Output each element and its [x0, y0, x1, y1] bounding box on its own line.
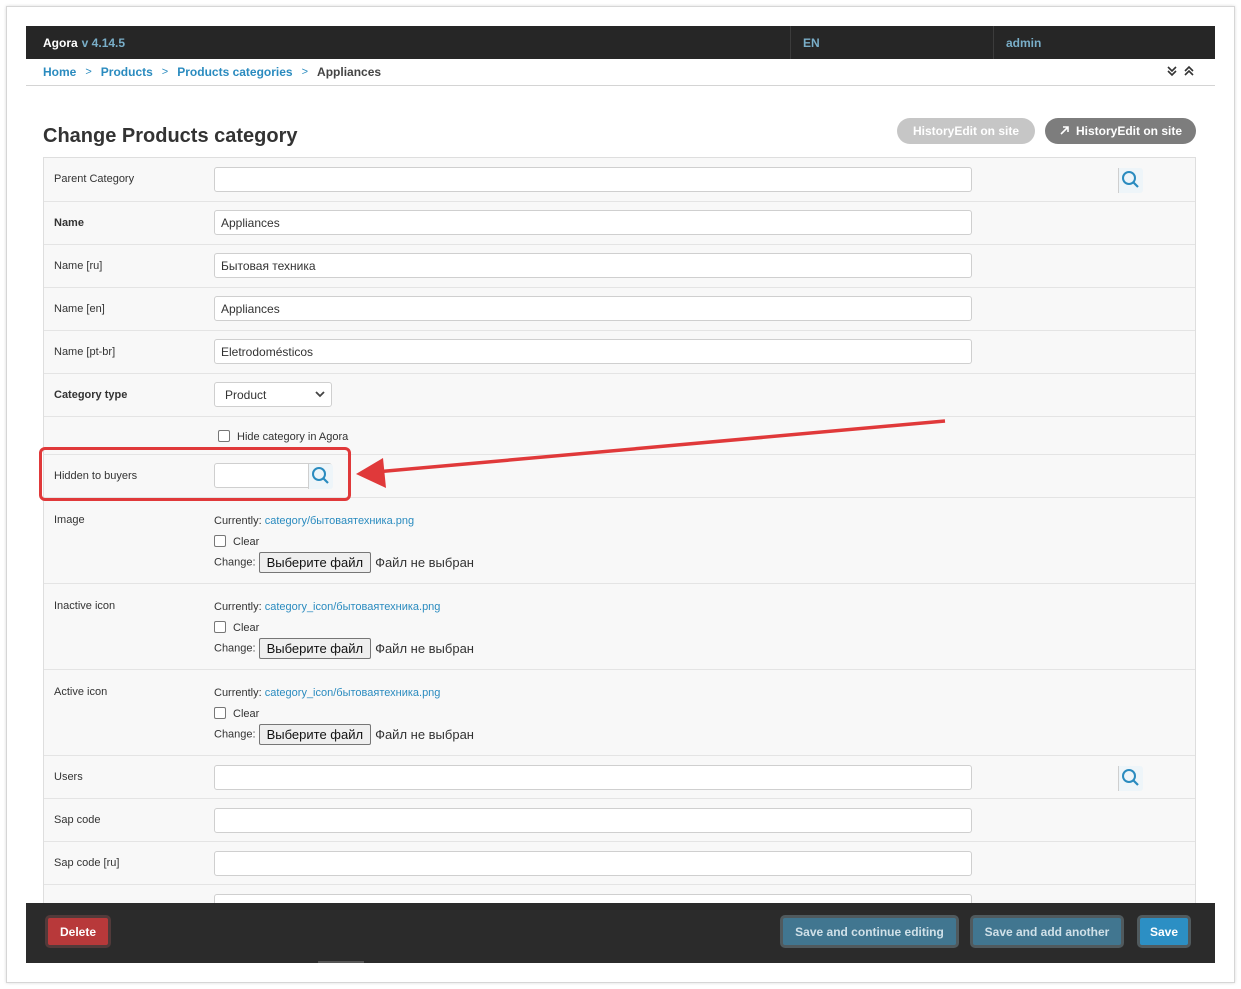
save-and-continue-button[interactable]: Save and continue editing [780, 915, 959, 948]
save-and-add-another-button[interactable]: Save and add another [970, 915, 1124, 948]
save-button[interactable]: Save [1137, 915, 1191, 948]
submit-row: Delete Save and continue editing Save an… [26, 903, 1215, 963]
delete-button[interactable]: Delete [45, 915, 111, 948]
horizontal-scrollbar[interactable] [318, 961, 364, 963]
annotation-arrow [356, 419, 946, 488]
